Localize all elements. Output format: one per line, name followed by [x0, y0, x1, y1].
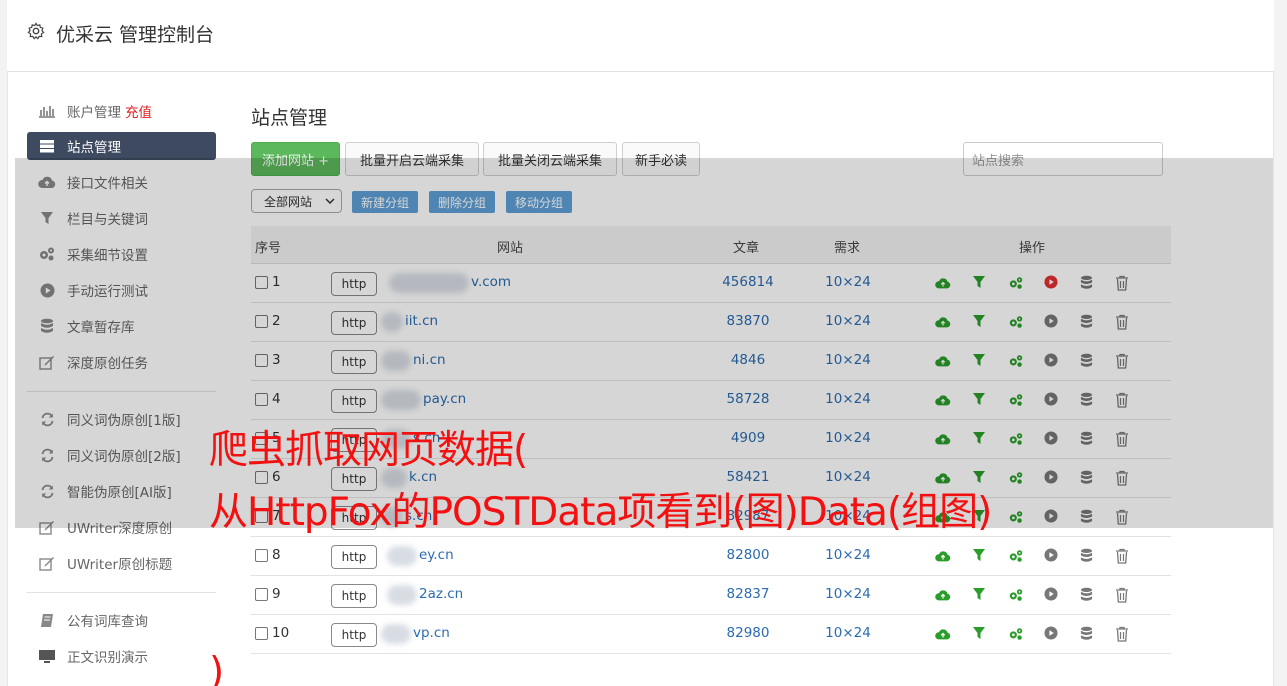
table-row: 9 http 2az.cn 82837 10×24 [251, 576, 1171, 615]
redacted-domain [387, 546, 417, 566]
database-icon[interactable] [1080, 626, 1096, 642]
site-link[interactable]: vp.cn [413, 625, 450, 641]
sidebar-item-label: 公有词库查询 [67, 614, 148, 630]
protocol-badge: http [331, 623, 377, 647]
sidebar-item-sites[interactable]: 站点管理 [27, 132, 216, 160]
sidebar-item-account[interactable]: 账户管理 充值 [27, 97, 216, 125]
page-title: 站点管理 [251, 107, 328, 129]
trash-icon[interactable] [1115, 587, 1131, 603]
filter-icon[interactable] [972, 626, 988, 642]
sidebar-item-uwriter-title[interactable]: UWriter原创标题 [27, 549, 216, 577]
sidebar-item-label: 账户管理 [67, 105, 121, 121]
filter-icon[interactable] [972, 548, 988, 564]
dim-overlay [15, 158, 1273, 528]
watermark-line-1: 爬虫抓取网页数据( [209, 428, 528, 473]
article-count-link[interactable]: 82980 [708, 625, 788, 641]
demand-link[interactable]: 10×24 [813, 547, 883, 563]
play-icon[interactable] [1044, 548, 1060, 564]
row-checkbox[interactable] [255, 588, 268, 601]
sidebar-item-label: 站点管理 [67, 140, 121, 156]
play-icon[interactable] [1044, 587, 1060, 603]
row-number: 9 [272, 586, 281, 602]
sidebar-item-public-lexicon[interactable]: 公有词库查询 [27, 606, 216, 634]
row-checkbox[interactable] [255, 549, 268, 562]
row-number: 10 [272, 625, 290, 641]
sidebar-item-text-recognition[interactable]: 正文识别演示 [27, 642, 216, 670]
row-number: 8 [272, 547, 281, 563]
monitor-icon [38, 648, 56, 664]
gear-icon [27, 22, 45, 40]
article-count-link[interactable]: 82800 [708, 547, 788, 563]
article-count-link[interactable]: 82837 [708, 586, 788, 602]
cloud-upload-icon[interactable] [935, 626, 951, 642]
play-icon[interactable] [1044, 626, 1060, 642]
demand-link[interactable]: 10×24 [813, 625, 883, 641]
server-icon [38, 138, 56, 154]
table-row: 10 http vp.cn 82980 10×24 [251, 615, 1171, 654]
protocol-badge: http [331, 545, 377, 569]
cogs-icon[interactable] [1008, 626, 1024, 642]
filter-icon[interactable] [972, 587, 988, 603]
cloud-upload-icon[interactable] [935, 587, 951, 603]
protocol-badge: http [331, 584, 377, 608]
book-icon [38, 612, 56, 628]
sidebar-item-label: UWriter原创标题 [67, 557, 173, 573]
database-icon[interactable] [1080, 548, 1096, 564]
trash-icon[interactable] [1115, 548, 1131, 564]
watermark-line-2: 从HttpFox的POSTData项看到(图)Data(组图) [209, 490, 992, 535]
sidebar-item-label: 正文识别演示 [67, 650, 148, 666]
bar-chart-icon [38, 103, 56, 119]
row-checkbox[interactable] [255, 627, 268, 640]
database-icon[interactable] [1080, 587, 1096, 603]
site-link[interactable]: 2az.cn [419, 586, 463, 602]
redacted-domain [381, 624, 411, 644]
recharge-link[interactable]: 充值 [125, 101, 152, 121]
site-link[interactable]: ey.cn [419, 547, 454, 563]
app-title: 优采云 管理控制台 [56, 24, 215, 46]
cogs-icon[interactable] [1008, 548, 1024, 564]
trash-icon[interactable] [1115, 626, 1131, 642]
cogs-icon[interactable] [1008, 587, 1024, 603]
redacted-domain [387, 585, 417, 605]
demand-link[interactable]: 10×24 [813, 586, 883, 602]
table-row: 8 http ey.cn 82800 10×24 [251, 537, 1171, 576]
top-header: 优采云 管理控制台 [7, 0, 1274, 72]
edit-icon [38, 555, 56, 571]
watermark-line-3: ) [209, 650, 224, 686]
sidebar-divider [27, 592, 216, 593]
cloud-upload-icon[interactable] [935, 548, 951, 564]
